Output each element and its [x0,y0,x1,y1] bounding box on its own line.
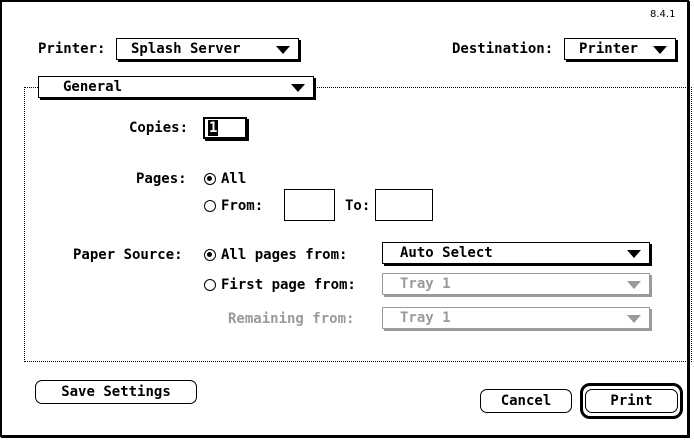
save-settings-button[interactable]: Save Settings [35,380,197,404]
pages-to-label: To: [345,198,371,214]
pages-from-label: From: [221,198,264,214]
all-pages-from-label: All pages from: [221,247,348,263]
copies-label: Copies: [129,120,189,136]
printer-popup-value: Splash Server [131,41,241,57]
copies-value: 1 [208,120,219,136]
chevron-down-icon [627,281,641,289]
pages-from-input[interactable] [284,189,335,221]
pages-all-label: All [221,171,247,187]
panel-popup[interactable]: General [38,76,314,98]
first-page-from-label: First page from: [221,277,356,293]
copies-input[interactable]: 1 [203,117,247,139]
printer-label: Printer: [38,41,106,57]
cancel-button[interactable]: Cancel [480,389,572,413]
pages-all-radio[interactable] [204,173,216,185]
remaining-source-value: Tray 1 [400,310,451,326]
chevron-down-icon [627,315,641,323]
destination-label: Destination: [452,41,554,57]
chevron-down-icon [653,46,667,54]
first-page-from-radio[interactable] [204,279,216,291]
paper-source-label: Paper Source: [73,247,183,263]
chevron-down-icon [276,46,290,54]
remaining-from-label: Remaining from: [228,311,355,327]
pages-to-input[interactable] [375,189,433,221]
all-pages-from-radio[interactable] [204,249,216,261]
remaining-source-popup[interactable]: Tray 1 [382,307,650,329]
all-pages-source-popup[interactable]: Auto Select [382,242,650,264]
chevron-down-icon [291,84,305,92]
destination-popup-value: Printer [579,41,639,57]
version-label: 8.4.1 [650,9,676,20]
panel-popup-value: General [63,79,123,95]
printer-popup[interactable]: Splash Server [116,38,299,60]
chevron-down-icon [627,250,641,258]
first-page-source-value: Tray 1 [400,276,451,292]
pages-from-radio[interactable] [204,200,216,212]
all-pages-source-value: Auto Select [400,245,493,261]
first-page-source-popup[interactable]: Tray 1 [382,273,650,295]
pages-label: Pages: [136,171,187,187]
print-button[interactable]: Print [585,389,678,413]
destination-popup[interactable]: Printer [564,38,676,60]
